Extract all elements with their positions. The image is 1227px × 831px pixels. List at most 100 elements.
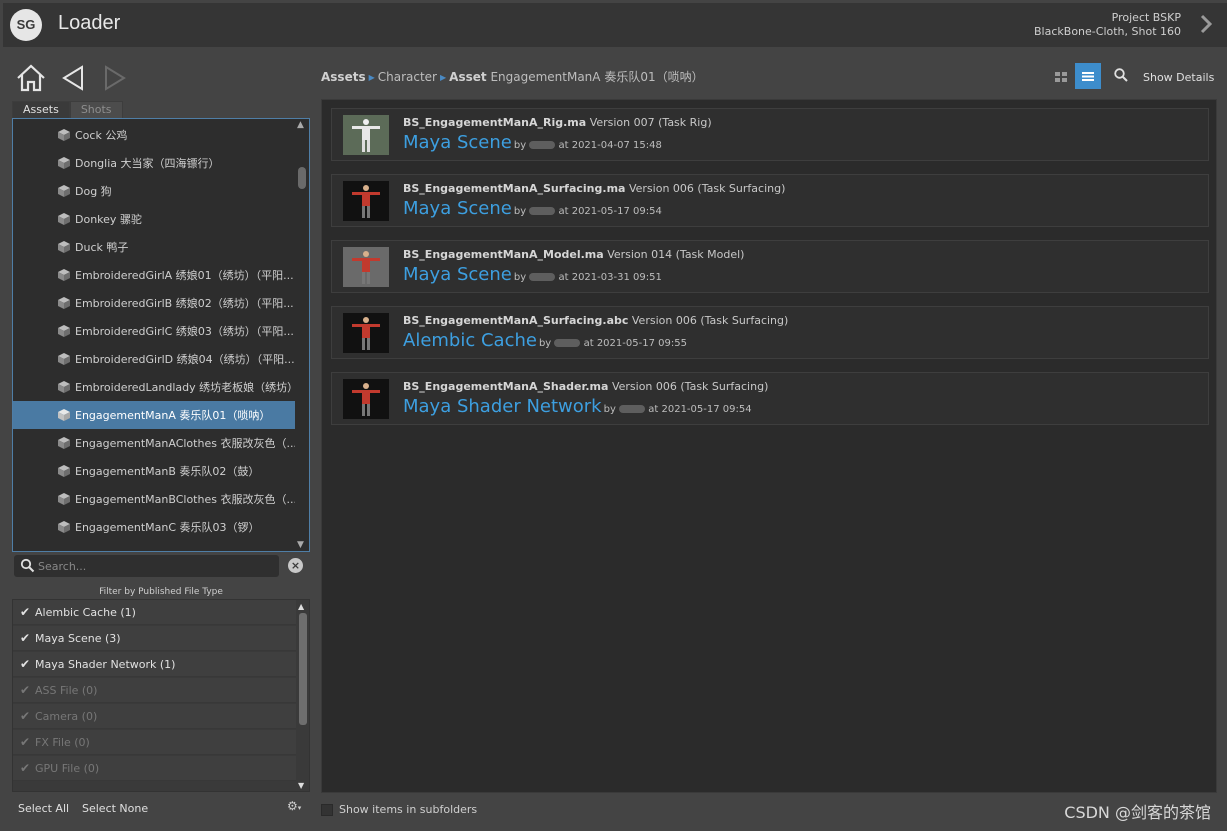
file-version: Version 006 (Task Surfacing)	[631, 314, 789, 327]
select-all-button[interactable]: Select All	[18, 802, 69, 815]
app-title: Loader	[58, 12, 121, 34]
tree-item[interactable]: Duck 鸭子	[13, 233, 295, 261]
tree-item[interactable]: Dog 狗	[13, 177, 295, 205]
card-type-line: Maya Scene by at 2021-03-31 09:51	[403, 264, 662, 285]
thumbnail-view-button[interactable]	[1053, 68, 1069, 84]
filter-item[interactable]: ✔ GPU File (0)	[13, 756, 296, 781]
tree-item[interactable]: EmbroideredGirlC 绣娘03（绣坊）（平阳...	[13, 317, 295, 345]
search-input[interactable]	[38, 557, 274, 575]
checkmark-icon[interactable]: ✔	[20, 657, 32, 671]
file-type: Maya Scene	[403, 132, 512, 153]
filter-item[interactable]: ✔ ASS File (0)	[13, 678, 296, 703]
gear-icon[interactable]: ⚙▾	[287, 799, 307, 815]
main-area: Assets Shots Cock 公鸡 Donglia 大当家（四海镖行） Dog…	[3, 47, 1227, 831]
scroll-down-icon[interactable]: ▼	[297, 540, 304, 550]
tree-item[interactable]: EngagementManB 奏乐队02（鼓）	[13, 457, 295, 485]
checkmark-icon[interactable]: ✔	[20, 761, 32, 775]
scroll-up-icon[interactable]: ▲	[298, 602, 304, 611]
card-type-line: Maya Scene by at 2021-04-07 15:48	[403, 132, 662, 153]
published-file-card[interactable]: BS_EngagementManA_Surfacing.abc Version …	[331, 306, 1209, 359]
card-file-line: BS_EngagementManA_Model.ma Version 014 (…	[403, 248, 744, 261]
tree-item[interactable]: EmbroideredGirlB 绣娘02（绣坊）（平阳...	[13, 289, 295, 317]
card-file-line: BS_EngagementManA_Surfacing.abc Version …	[403, 314, 788, 327]
breadcrumb-root[interactable]: Assets	[321, 70, 366, 84]
asset-cube-icon	[58, 185, 70, 197]
published-file-card[interactable]: BS_EngagementManA_Model.ma Version 014 (…	[331, 240, 1209, 293]
back-button[interactable]	[61, 65, 85, 91]
project-context[interactable]: Project BSKP BlackBone-Cloth, Shot 160	[1034, 11, 1181, 39]
tree-item[interactable]: Donkey 骡驼	[13, 205, 295, 233]
scroll-down-icon[interactable]: ▼	[298, 781, 304, 790]
tree-item[interactable]: Cock 公鸡	[13, 121, 295, 149]
scroll-up-icon[interactable]: ▲	[297, 120, 304, 130]
tree-item[interactable]: EngagementManA 奏乐队01（唢呐）	[13, 401, 295, 429]
filter-item[interactable]: ✔ Alembic Cache (1)	[13, 600, 296, 625]
tree-item-label: EngagementManB 奏乐队02（鼓）	[75, 465, 260, 478]
redacted-name	[554, 339, 581, 347]
tab-assets[interactable]: Assets	[12, 101, 70, 118]
filter-item[interactable]: ✔ Maya Scene (3)	[13, 626, 296, 651]
show-details-button[interactable]: Show Details	[1143, 71, 1214, 84]
checkmark-icon[interactable]: ✔	[20, 709, 32, 723]
file-author: by at 2021-05-17 09:54	[604, 404, 752, 415]
breadcrumb-current-name: EngagementManA 奏乐队01（唢呐）	[490, 70, 704, 84]
checkmark-icon[interactable]: ✔	[20, 683, 32, 697]
asset-cube-icon	[58, 493, 70, 505]
asset-tree[interactable]: Cock 公鸡 Donglia 大当家（四海镖行） Dog 狗 Donkey 骡驼 Du…	[12, 118, 310, 552]
file-version: Version 014 (Task Model)	[607, 248, 745, 261]
card-file-line: BS_EngagementManA_Shader.ma Version 006 …	[403, 380, 768, 393]
select-none-button[interactable]: Select None	[82, 802, 148, 815]
filter-item[interactable]: ✔ FX File (0)	[13, 730, 296, 755]
breadcrumb-separator-icon: ▶	[368, 73, 375, 82]
checkmark-icon[interactable]: ✔	[20, 631, 32, 645]
asset-cube-icon	[58, 269, 70, 281]
home-button[interactable]	[15, 63, 47, 93]
tree-item[interactable]: EmbroideredGirlA 绣娘01（绣坊）（平阳...	[13, 261, 295, 289]
show-subfolders-label: Show items in subfolders	[339, 803, 478, 816]
tree-item[interactable]: EngagementManC 奏乐队03（锣）	[13, 513, 295, 541]
author-prefix: by	[603, 404, 616, 415]
list-view-button[interactable]	[1075, 63, 1101, 89]
published-file-card[interactable]: BS_EngagementManA_Surfacing.ma Version 0…	[331, 174, 1209, 227]
filter-scroll-thumb[interactable]	[299, 613, 307, 725]
filter-item[interactable]: ✔ Camera (0)	[13, 704, 296, 729]
file-name: BS_EngagementManA_Surfacing.abc	[403, 314, 629, 327]
tree-item-label: Donglia 大当家（四海镖行）	[75, 157, 220, 170]
tree-item[interactable]: EmbroideredGirlD 绣娘04（绣坊）（平阳...	[13, 345, 295, 373]
context-name: BlackBone-Cloth, Shot 160	[1034, 25, 1181, 38]
clear-search-icon[interactable]: ×	[288, 558, 303, 573]
tree-item[interactable]: EmbroideredLandlady 绣坊老板娘（绣坊）	[13, 373, 295, 401]
published-file-card[interactable]: BS_EngagementManA_Rig.ma Version 007 (Ta…	[331, 108, 1209, 161]
file-name: BS_EngagementManA_Shader.ma	[403, 380, 609, 393]
filter-item-label: Camera (0)	[35, 709, 98, 723]
tree-item[interactable]: Donglia 大当家（四海镖行）	[13, 149, 295, 177]
author-prefix: by	[538, 338, 552, 349]
thumbnail-image	[343, 181, 389, 221]
asset-cube-icon	[58, 213, 70, 225]
checkmark-icon[interactable]: ✔	[20, 735, 32, 749]
tree-item[interactable]: EngagementManAClothes 衣服改灰色（...	[13, 429, 295, 457]
tab-shots[interactable]: Shots	[69, 101, 123, 118]
checkmark-icon[interactable]: ✔	[20, 605, 32, 619]
tree-scrollbar[interactable]: ▲ ▼	[295, 119, 309, 551]
asset-cube-icon	[58, 297, 70, 309]
filter-item[interactable]: ✔ Maya Shader Network (1)	[13, 652, 296, 677]
tree-item-label: Duck 鸭子	[75, 241, 129, 254]
breadcrumb-level1[interactable]: Character	[378, 70, 437, 84]
show-subfolders-checkbox[interactable]	[321, 804, 333, 816]
chevron-right-icon[interactable]	[1199, 13, 1213, 41]
shotgun-logo: SG	[10, 9, 42, 41]
asset-cube-icon	[58, 521, 70, 533]
author-prefix: by	[513, 206, 527, 217]
search-icon[interactable]	[1113, 67, 1129, 83]
tree-item[interactable]: EngagementManBClothes 衣服改灰色（...	[13, 485, 295, 513]
file-author: by at 2021-05-17 09:55	[539, 338, 687, 349]
file-timestamp: at 2021-05-17 09:54	[558, 206, 662, 217]
filter-scrollbar[interactable]: ▲ ▼	[296, 600, 309, 791]
file-name: BS_EngagementManA_Surfacing.ma	[403, 182, 626, 195]
tree-item-label: EmbroideredLandlady 绣坊老板娘（绣坊）	[75, 381, 295, 394]
tree-scroll-thumb[interactable]	[298, 167, 306, 189]
published-file-card[interactable]: BS_EngagementManA_Shader.ma Version 006 …	[331, 372, 1209, 425]
file-version: Version 006 (Task Surfacing)	[628, 182, 786, 195]
forward-button[interactable]	[103, 65, 127, 91]
